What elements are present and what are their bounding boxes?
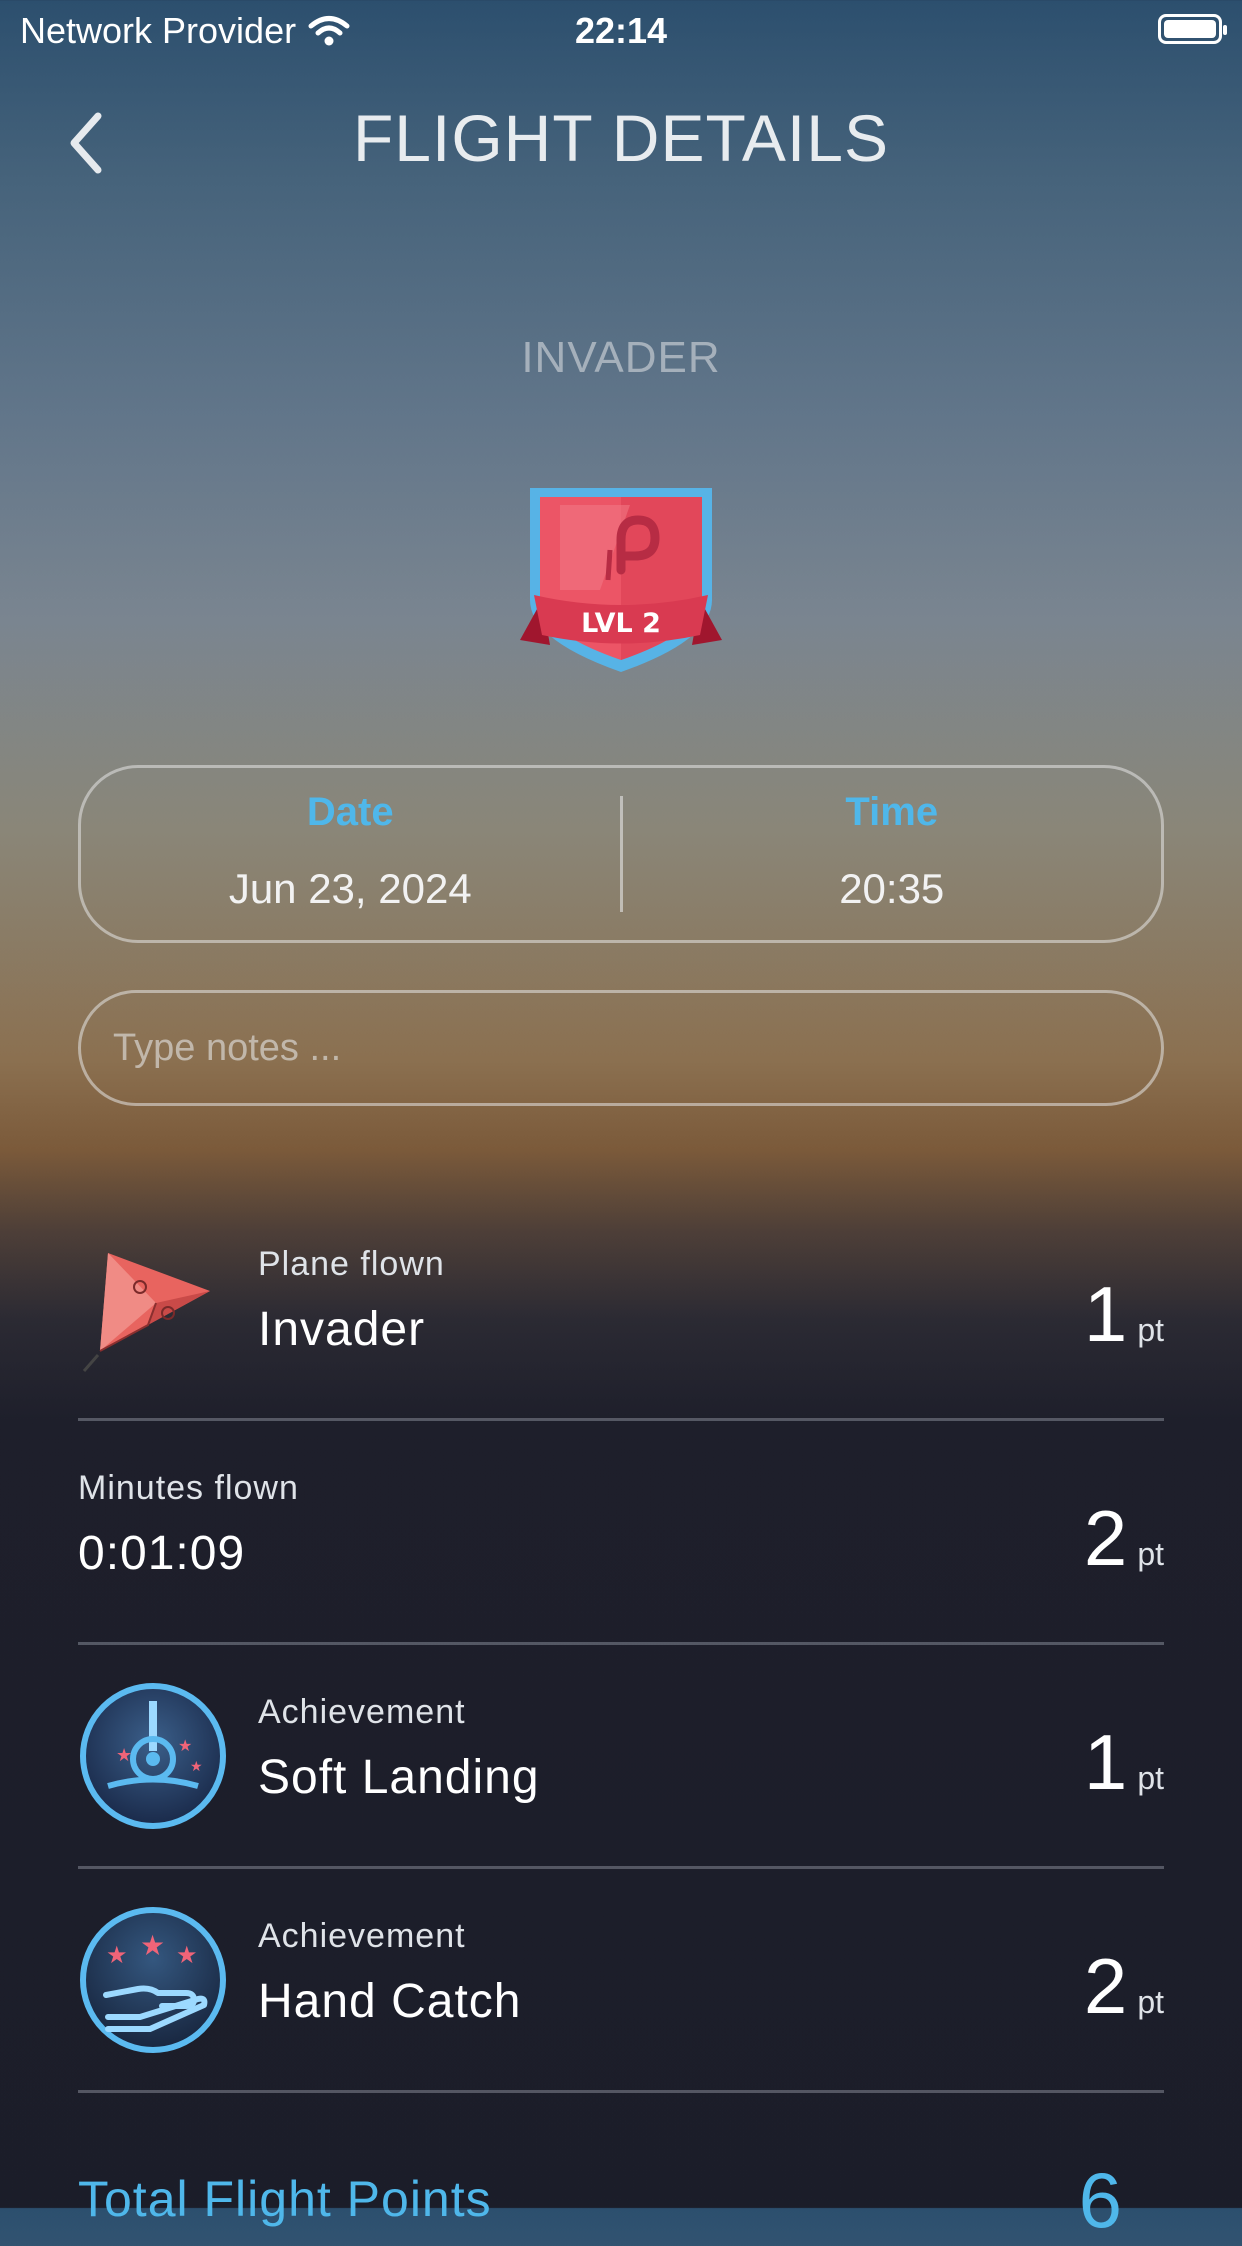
paper-plane-icon	[82, 1253, 210, 1372]
hand-catch-points: 2 pt	[1084, 1941, 1164, 2032]
total-flight-points-label: Total Flight Points	[78, 2171, 492, 2227]
soft-landing-label: Achievement	[258, 1693, 466, 1731]
svg-text:★: ★	[190, 1759, 203, 1775]
status-time: 22:14	[574, 10, 668, 51]
status-bar: Network Provider 22:14	[0, 0, 1242, 62]
notes-input[interactable]	[78, 990, 1164, 1106]
soft-landing-icon: ★ ★ ★	[80, 1683, 226, 1829]
soft-landing-value: Soft Landing	[258, 1751, 540, 1804]
badge-level-text: LVL 2	[581, 608, 661, 639]
page-title: FLIGHT DETAILS	[352, 101, 889, 175]
hand-catch-points-unit: pt	[1137, 1984, 1164, 2020]
achievement-soft-landing-row: ★ ★ ★ Achievement Soft Landing 1 pt	[78, 1645, 1164, 1869]
plane-flown-row: Plane flown Invader 1 pt	[78, 1197, 1164, 1421]
battery-icon	[1158, 14, 1227, 44]
plane-flown-label: Plane flown	[258, 1245, 445, 1283]
achievement-hand-catch-row: ★ ★ ★ Achievement Hand Catch 2 pt	[78, 1869, 1164, 2093]
level-badge-icon: LVL 2	[520, 488, 722, 672]
plane-flown-points-number: 1	[1083, 1270, 1128, 1358]
date-column: Date Jun 23, 2024	[81, 768, 620, 940]
svg-text:★: ★	[178, 1736, 192, 1755]
plane-flown-points-unit: pt	[1137, 1312, 1164, 1348]
soft-landing-points-unit: pt	[1137, 1760, 1164, 1796]
total-flight-points-value: 6	[1078, 2156, 1122, 2244]
datetime-panel: Date Jun 23, 2024 Time 20:35	[78, 765, 1164, 943]
plane-flown-value: Invader	[258, 1303, 426, 1356]
hand-catch-label: Achievement	[258, 1917, 466, 1955]
plane-name-heading: INVADER	[521, 333, 721, 382]
svg-text:★: ★	[116, 1745, 132, 1766]
time-value: 20:35	[839, 865, 945, 912]
svg-text:★: ★	[176, 1941, 198, 1969]
minutes-flown-row: Minutes flown 0:01:09 2 pt	[78, 1421, 1164, 1645]
soft-landing-points-number: 1	[1083, 1718, 1128, 1806]
svg-text:★: ★	[140, 1929, 165, 1962]
hand-catch-value: Hand Catch	[258, 1975, 522, 2028]
svg-text:★: ★	[106, 1941, 128, 1969]
hand-catch-icon: ★ ★ ★	[80, 1907, 226, 2053]
minutes-flown-points-number: 2	[1083, 1494, 1128, 1582]
soft-landing-points: 1 pt	[1084, 1717, 1164, 1808]
time-label: Time	[845, 790, 939, 834]
date-value: Jun 23, 2024	[228, 865, 472, 912]
minutes-flown-points: 2 pt	[1084, 1493, 1164, 1584]
minutes-flown-label: Minutes flown	[78, 1469, 299, 1507]
minutes-flown-value: 0:01:09	[78, 1527, 246, 1580]
hand-catch-points-number: 2	[1083, 1942, 1128, 2030]
minutes-flown-points-unit: pt	[1137, 1536, 1164, 1572]
date-label: Date	[306, 790, 394, 834]
plane-flown-points: 1 pt	[1084, 1269, 1164, 1360]
time-column: Time 20:35	[623, 768, 1162, 940]
